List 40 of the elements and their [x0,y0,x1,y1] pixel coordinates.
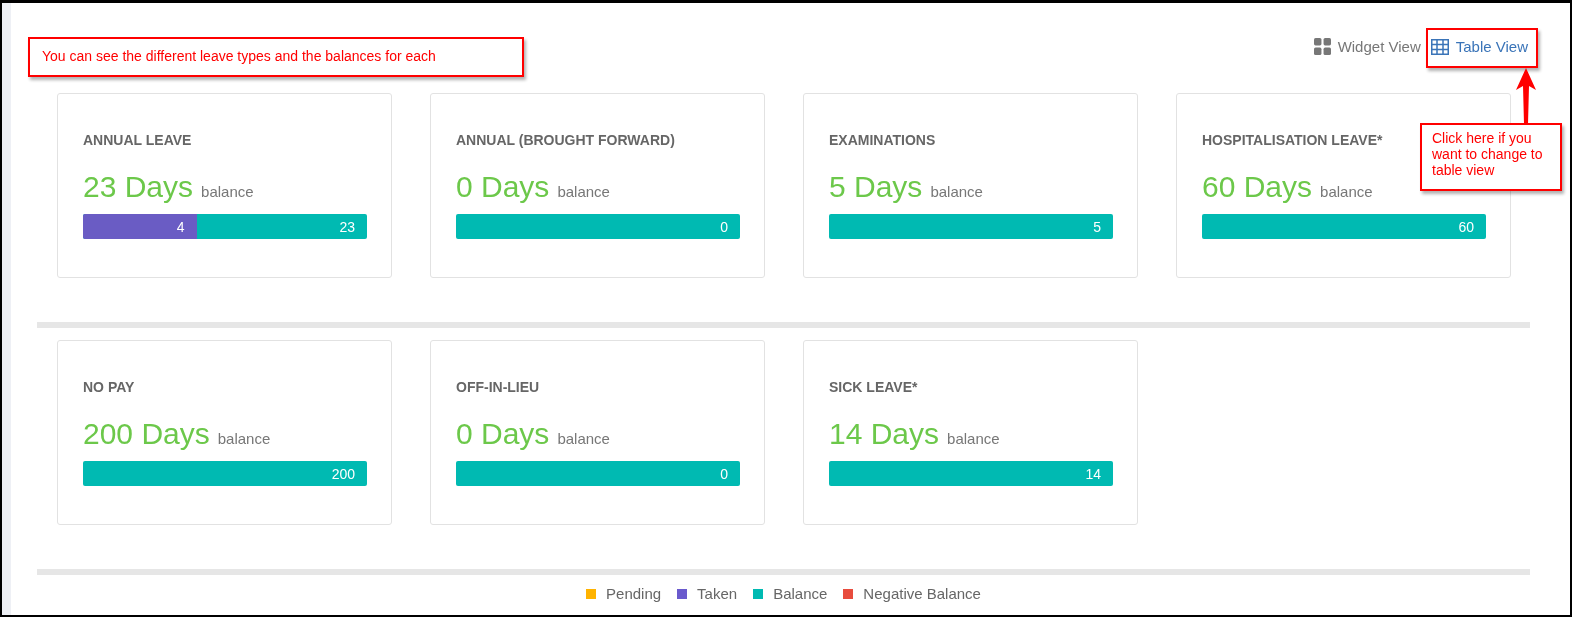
legend-label: Balance [773,585,828,602]
leave-type: ANNUAL LEAVE [83,132,192,148]
balance-label: balance [930,183,983,200]
leave-type: OFF-IN-LIEU [456,379,540,395]
days-balance: 0 Days [456,170,550,204]
balance-count: 5 [1093,218,1102,235]
balance-label: balance [557,183,610,200]
balance-label: balance [201,183,254,200]
balance-count: 0 [720,465,729,482]
days-balance: 60 Days [1202,170,1313,204]
leave-type: NO PAY [83,379,135,395]
grid-icon [1313,38,1331,55]
balance-label: balance [217,430,271,447]
taken-count: 4 [176,218,185,235]
leave-type: EXAMINATIONS [829,132,936,148]
annotation-arrow [1514,68,1538,124]
widget-view-link[interactable]: Widget View [1313,38,1421,55]
days-balance: 5 Days [829,170,923,204]
balance-label: balance [947,430,1000,447]
balance-count: 200 [331,465,356,482]
legend-label: Negative Balance [863,585,981,602]
annotation-note: You can see the different leave types and the balances for each [28,37,524,77]
days-balance: 200 Days [83,417,210,451]
legend-label: Pending [606,585,662,602]
days-balance: 14 Days [829,417,940,451]
balance-label: balance [1320,183,1373,200]
balance-label: balance [557,430,610,447]
days-balance: 0 Days [456,417,550,451]
leave-type: SICK LEAVE* [829,379,918,395]
days-balance: 23 Days [83,170,194,204]
balance-count: 0 [720,218,729,235]
table-icon [1430,38,1449,55]
annotation-callout: Click here if you want to change to table view [1420,123,1562,191]
table-view-link[interactable]: Table View [1430,38,1528,55]
balance-count: 60 [1458,218,1475,235]
legend-label: Taken [697,585,738,602]
leave-type: ANNUAL (BROUGHT FORWARD) [456,132,675,148]
leave-type: HOSPITALISATION LEAVE* [1202,132,1383,148]
balance-count: 14 [1085,465,1102,482]
balance-count: 23 [339,218,356,235]
